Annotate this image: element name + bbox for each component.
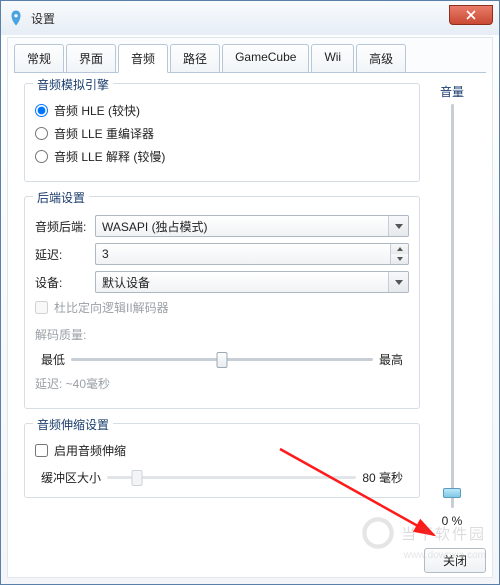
group-legend: 音频模拟引擎: [33, 76, 113, 93]
tab-paths[interactable]: 路径: [170, 44, 220, 73]
chevron-down-icon: [388, 272, 408, 292]
radio-lle-recompiler[interactable]: 音频 LLE 重编译器: [35, 125, 409, 142]
chevron-down-icon: [388, 216, 408, 236]
label-latency-info: 延迟: ~40毫秒: [35, 375, 110, 392]
footer: 关闭: [8, 544, 492, 577]
label-latency: 延迟:: [35, 246, 95, 263]
slider-decode-quality[interactable]: 最低 最高: [35, 349, 409, 369]
volume-thumb[interactable]: [443, 488, 461, 498]
slider-buffer-size: 缓冲区大小 80 毫秒: [35, 467, 409, 487]
slider-buffer-label: 缓冲区大小: [35, 469, 107, 486]
slider-min-label: 最低: [35, 351, 71, 368]
slider-thumb: [131, 470, 142, 486]
radio-label: 音频 LLE 重编译器: [54, 125, 154, 142]
group-backend: 后端设置 音频后端: WASAPI (独占模式) 延迟:: [24, 196, 420, 409]
app-icon: [7, 9, 25, 27]
row-latency-info: 延迟: ~40毫秒: [35, 375, 409, 392]
volume-value: 0 %: [442, 514, 463, 528]
label-device: 设备:: [35, 274, 95, 291]
combo-device-value: 默认设备: [96, 272, 388, 292]
label-decode-quality: 解码质量:: [35, 326, 86, 343]
spinner-latency-value: 3: [96, 244, 390, 264]
settings-window: 设置 常规 界面 音频 路径 GameCube Wii 高级 音频模拟引擎 音频…: [0, 0, 500, 585]
tab-bar: 常规 界面 音频 路径 GameCube Wii 高级: [8, 38, 492, 73]
close-button[interactable]: 关闭: [424, 548, 486, 573]
checkbox-enable-stretch[interactable]: 启用音频伸缩: [35, 442, 409, 459]
label-volume: 音量: [440, 83, 464, 100]
tab-audio[interactable]: 音频: [118, 44, 168, 73]
radio-hle[interactable]: 音频 HLE (较快): [35, 102, 409, 119]
titlebar: 设置: [1, 1, 499, 35]
group-legend: 后端设置: [33, 189, 89, 206]
row-device: 设备: 默认设备: [35, 271, 409, 293]
radio-hle-input[interactable]: [35, 104, 48, 117]
radio-lle-interpreter-input[interactable]: [35, 150, 48, 163]
slider-track: [451, 104, 454, 508]
label-backend: 音频后端:: [35, 218, 95, 235]
slider-track: [107, 476, 356, 479]
tab-interface[interactable]: 界面: [66, 44, 116, 73]
radio-label: 音频 HLE (较快): [54, 102, 140, 119]
group-stretch: 音频伸缩设置 启用音频伸缩 缓冲区大小 80 毫秒: [24, 423, 420, 498]
combo-backend-value: WASAPI (独占模式): [96, 216, 388, 236]
checkbox-dolby: 杜比定向逻辑II解码器: [35, 299, 409, 316]
checkbox-enable-stretch-input[interactable]: [35, 444, 48, 457]
left-column: 音频模拟引擎 音频 HLE (较快) 音频 LLE 重编译器 音频 LLE 解释…: [24, 83, 428, 528]
tab-advanced[interactable]: 高级: [356, 44, 406, 73]
tab-panel-audio: 音频模拟引擎 音频 HLE (较快) 音频 LLE 重编译器 音频 LLE 解释…: [14, 72, 486, 538]
row-latency: 延迟: 3: [35, 243, 409, 265]
window-title: 设置: [31, 10, 55, 27]
content-area: 常规 界面 音频 路径 GameCube Wii 高级 音频模拟引擎 音频 HL…: [7, 37, 493, 578]
checkbox-label: 启用音频伸缩: [54, 442, 126, 459]
combo-device[interactable]: 默认设备: [95, 271, 409, 293]
group-dsp-engine: 音频模拟引擎 音频 HLE (较快) 音频 LLE 重编译器 音频 LLE 解释…: [24, 83, 420, 182]
slider-buffer-value: 80 毫秒: [356, 469, 409, 486]
close-icon: [466, 10, 476, 20]
spinner-down-icon[interactable]: [390, 254, 408, 264]
right-column: 音量 0 %: [428, 83, 476, 528]
row-backend: 音频后端: WASAPI (独占模式): [35, 215, 409, 237]
radio-lle-recompiler-input[interactable]: [35, 127, 48, 140]
combo-backend[interactable]: WASAPI (独占模式): [95, 215, 409, 237]
tab-general[interactable]: 常规: [14, 44, 64, 73]
checkbox-dolby-input: [35, 301, 48, 314]
group-legend: 音频伸缩设置: [33, 416, 113, 433]
radio-label: 音频 LLE 解释 (较慢): [54, 148, 165, 165]
tab-wii[interactable]: Wii: [311, 44, 354, 73]
slider-thumb[interactable]: [217, 352, 228, 368]
slider-track: [71, 358, 373, 361]
radio-lle-interpreter[interactable]: 音频 LLE 解释 (较慢): [35, 148, 409, 165]
spinner-up-icon[interactable]: [390, 244, 408, 254]
volume-slider-wrap: 0 %: [428, 104, 476, 528]
spinner-latency[interactable]: 3: [95, 243, 409, 265]
slider-max-label: 最高: [373, 351, 409, 368]
tab-gamecube[interactable]: GameCube: [222, 44, 309, 73]
volume-slider[interactable]: [442, 104, 462, 508]
window-close-button[interactable]: [449, 5, 493, 25]
row-decode-quality-label: 解码质量:: [35, 326, 409, 343]
checkbox-label: 杜比定向逻辑II解码器: [54, 299, 169, 316]
